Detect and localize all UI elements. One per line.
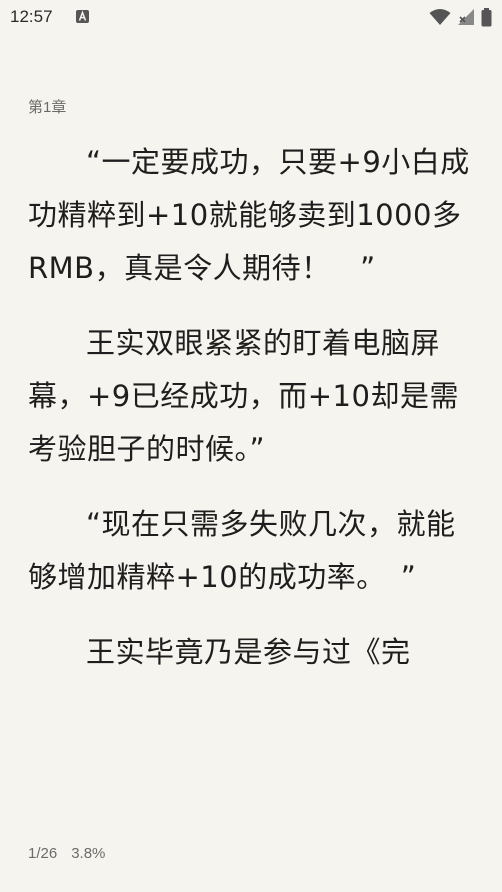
paragraph: “一定要成功，只要+9小白成功精粹到+10就能够卖到1000多RMB，真是令人期… bbox=[28, 145, 470, 285]
reading-content[interactable]: “一定要成功，只要+9小白成功精粹到+10就能够卖到1000多RMB，真是令人期… bbox=[28, 136, 480, 679]
wifi-icon bbox=[429, 9, 451, 25]
chapter-title: 第1章 bbox=[28, 99, 67, 116]
reading-progress-footer: 1/26 3.8% bbox=[28, 845, 105, 862]
paragraph: 王实毕竟乃是参与过《完 bbox=[86, 635, 411, 669]
signal-icon bbox=[458, 9, 474, 25]
status-bar: 12:57 bbox=[0, 0, 502, 36]
status-icons bbox=[429, 7, 492, 27]
paragraph: 王实双眼紧紧的盯着电脑屏幕，+9已经成功，而+10却是需考验胆子的时候。” bbox=[28, 326, 459, 466]
status-time: 12:57 bbox=[10, 7, 53, 26]
battery-icon bbox=[481, 7, 492, 26]
progress-percent: 3.8% bbox=[71, 845, 106, 862]
a-notification-icon bbox=[76, 10, 89, 23]
paragraph: “现在只需多失败几次，就能够增加精粹+10的成功率。 ” bbox=[28, 507, 456, 594]
page-indicator: 1/26 bbox=[28, 845, 58, 862]
